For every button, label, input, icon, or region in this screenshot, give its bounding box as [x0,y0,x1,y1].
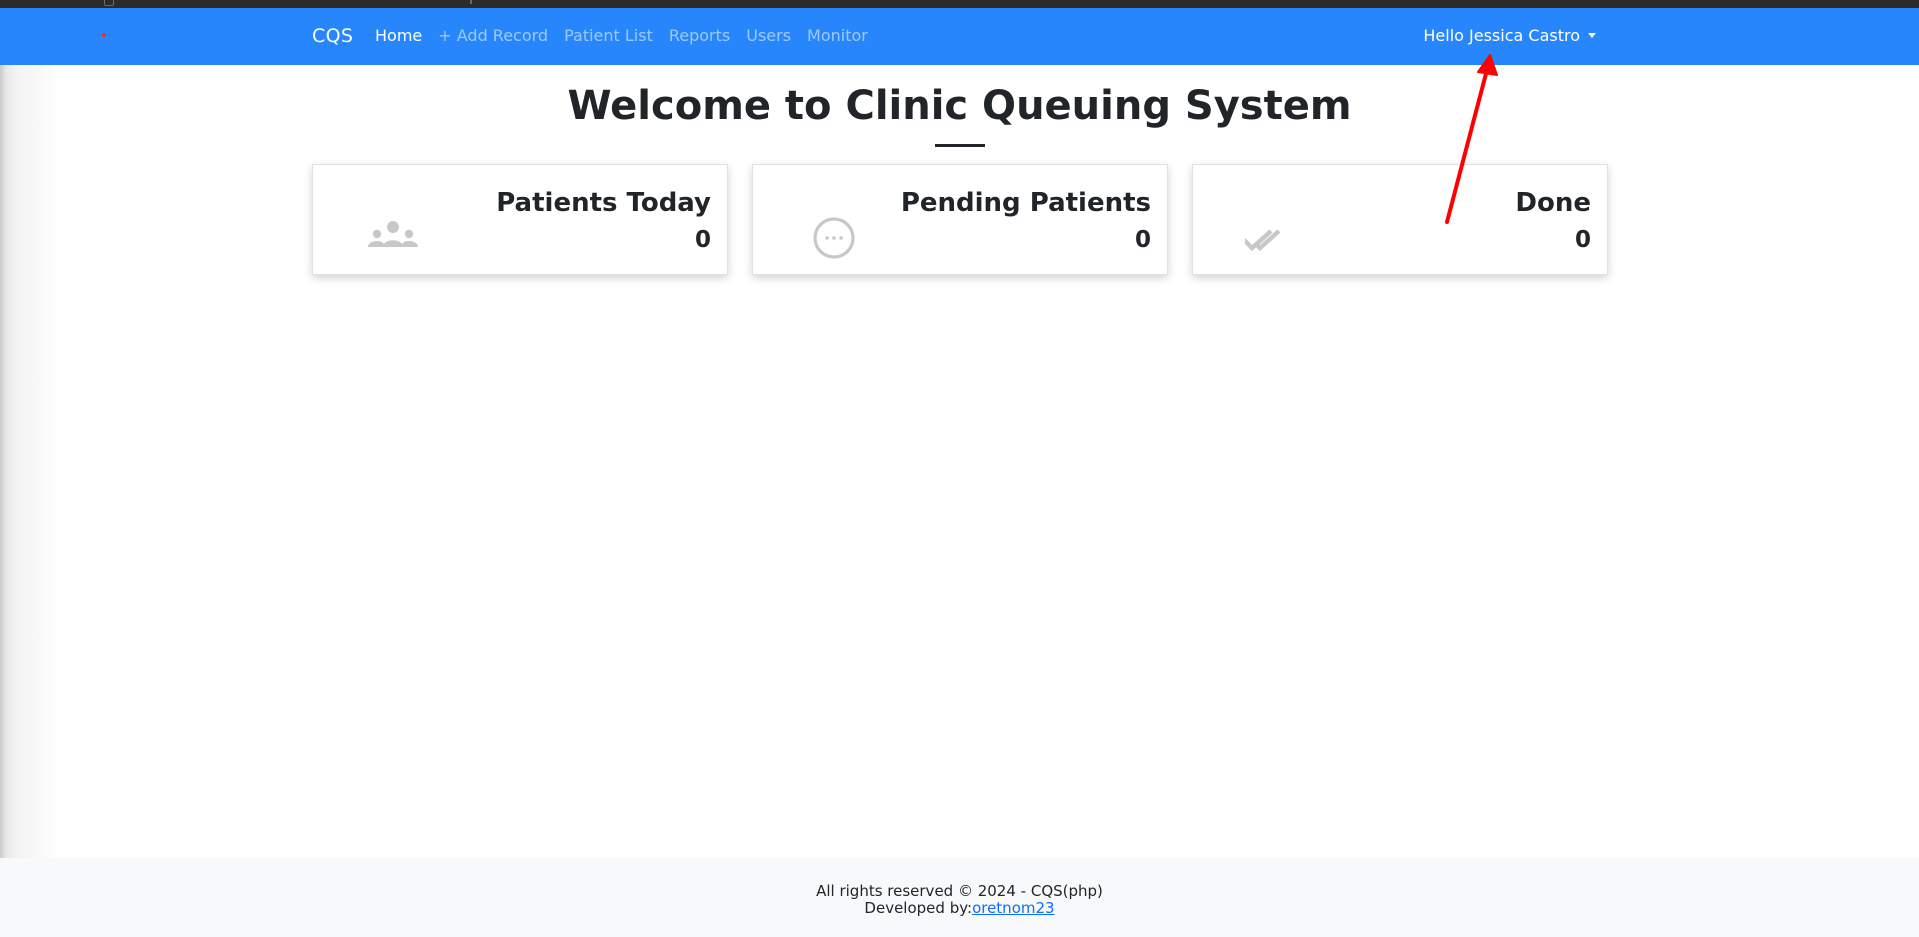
title-underline [935,144,985,147]
annotation-arrow [1445,54,1498,224]
users-icon [368,221,418,247]
tab-icon [104,0,114,6]
footer-credits: Developed by:oretnom23 [0,899,1919,917]
developer-link[interactable]: oretnom23 [972,899,1055,917]
card-pending-patients: Pending Patients 0 [752,164,1168,275]
card-title: Done [1515,188,1591,218]
nav-item-reports[interactable]: Reports [669,26,730,45]
card-title: Patients Today [496,188,711,218]
page-footer: All rights reserved © 2024 - CQS(php) De… [0,858,1919,937]
card-done: Done 0 [1192,164,1608,275]
page-title: Welcome to Clinic Queuing System [567,83,1352,129]
card-value: 0 [694,227,711,253]
card-value: 0 [1134,227,1151,253]
card-value: 0 [1574,227,1591,253]
nav-menu: Home + Add Record Patient List Reports U… [375,26,884,45]
nav-item-home[interactable]: Home [375,26,422,45]
double-check-icon [1245,229,1281,252]
nav-item-patient-list[interactable]: Patient List [564,26,653,45]
nav-item-monitor[interactable]: Monitor [807,26,868,45]
app-root: CQS Home + Add Record Patient List Repor… [0,0,1919,937]
tab-divider [470,0,472,4]
left-edge-shadow [0,65,60,858]
brand-link[interactable]: CQS [312,25,353,47]
browser-top-strip [0,0,1919,8]
pending-dots-icon [813,217,855,259]
developed-by-label: Developed by: [864,899,973,917]
user-greeting: Hello Jessica Castro [1423,26,1580,45]
nav-item-add-record[interactable]: + Add Record [438,26,548,45]
caret-down-icon [1588,33,1596,38]
user-dropdown-toggle[interactable]: Hello Jessica Castro [1423,26,1596,45]
footer-copyright: All rights reserved © 2024 - CQS(php) [816,882,1103,900]
card-title: Pending Patients [900,188,1151,218]
top-navbar: CQS Home + Add Record Patient List Repor… [0,8,1919,65]
card-patients-today: Patients Today 0 [312,164,728,275]
nav-item-users[interactable]: Users [746,26,791,45]
red-dot-marker [102,33,106,37]
